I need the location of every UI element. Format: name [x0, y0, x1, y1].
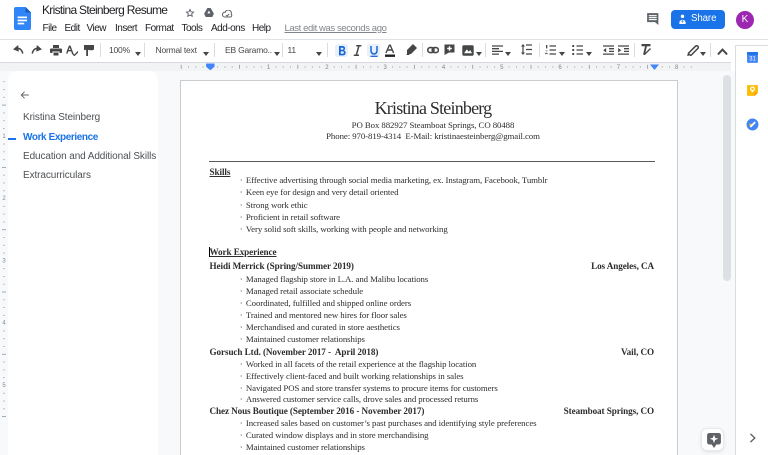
- svg-text:3: 3: [2, 258, 6, 264]
- svg-text:5: 5: [2, 383, 6, 389]
- svg-text:4: 4: [2, 320, 6, 326]
- svg-text:31: 31: [749, 56, 756, 62]
- svg-text:2: 2: [2, 196, 6, 202]
- svg-text:1: 1: [2, 133, 6, 139]
